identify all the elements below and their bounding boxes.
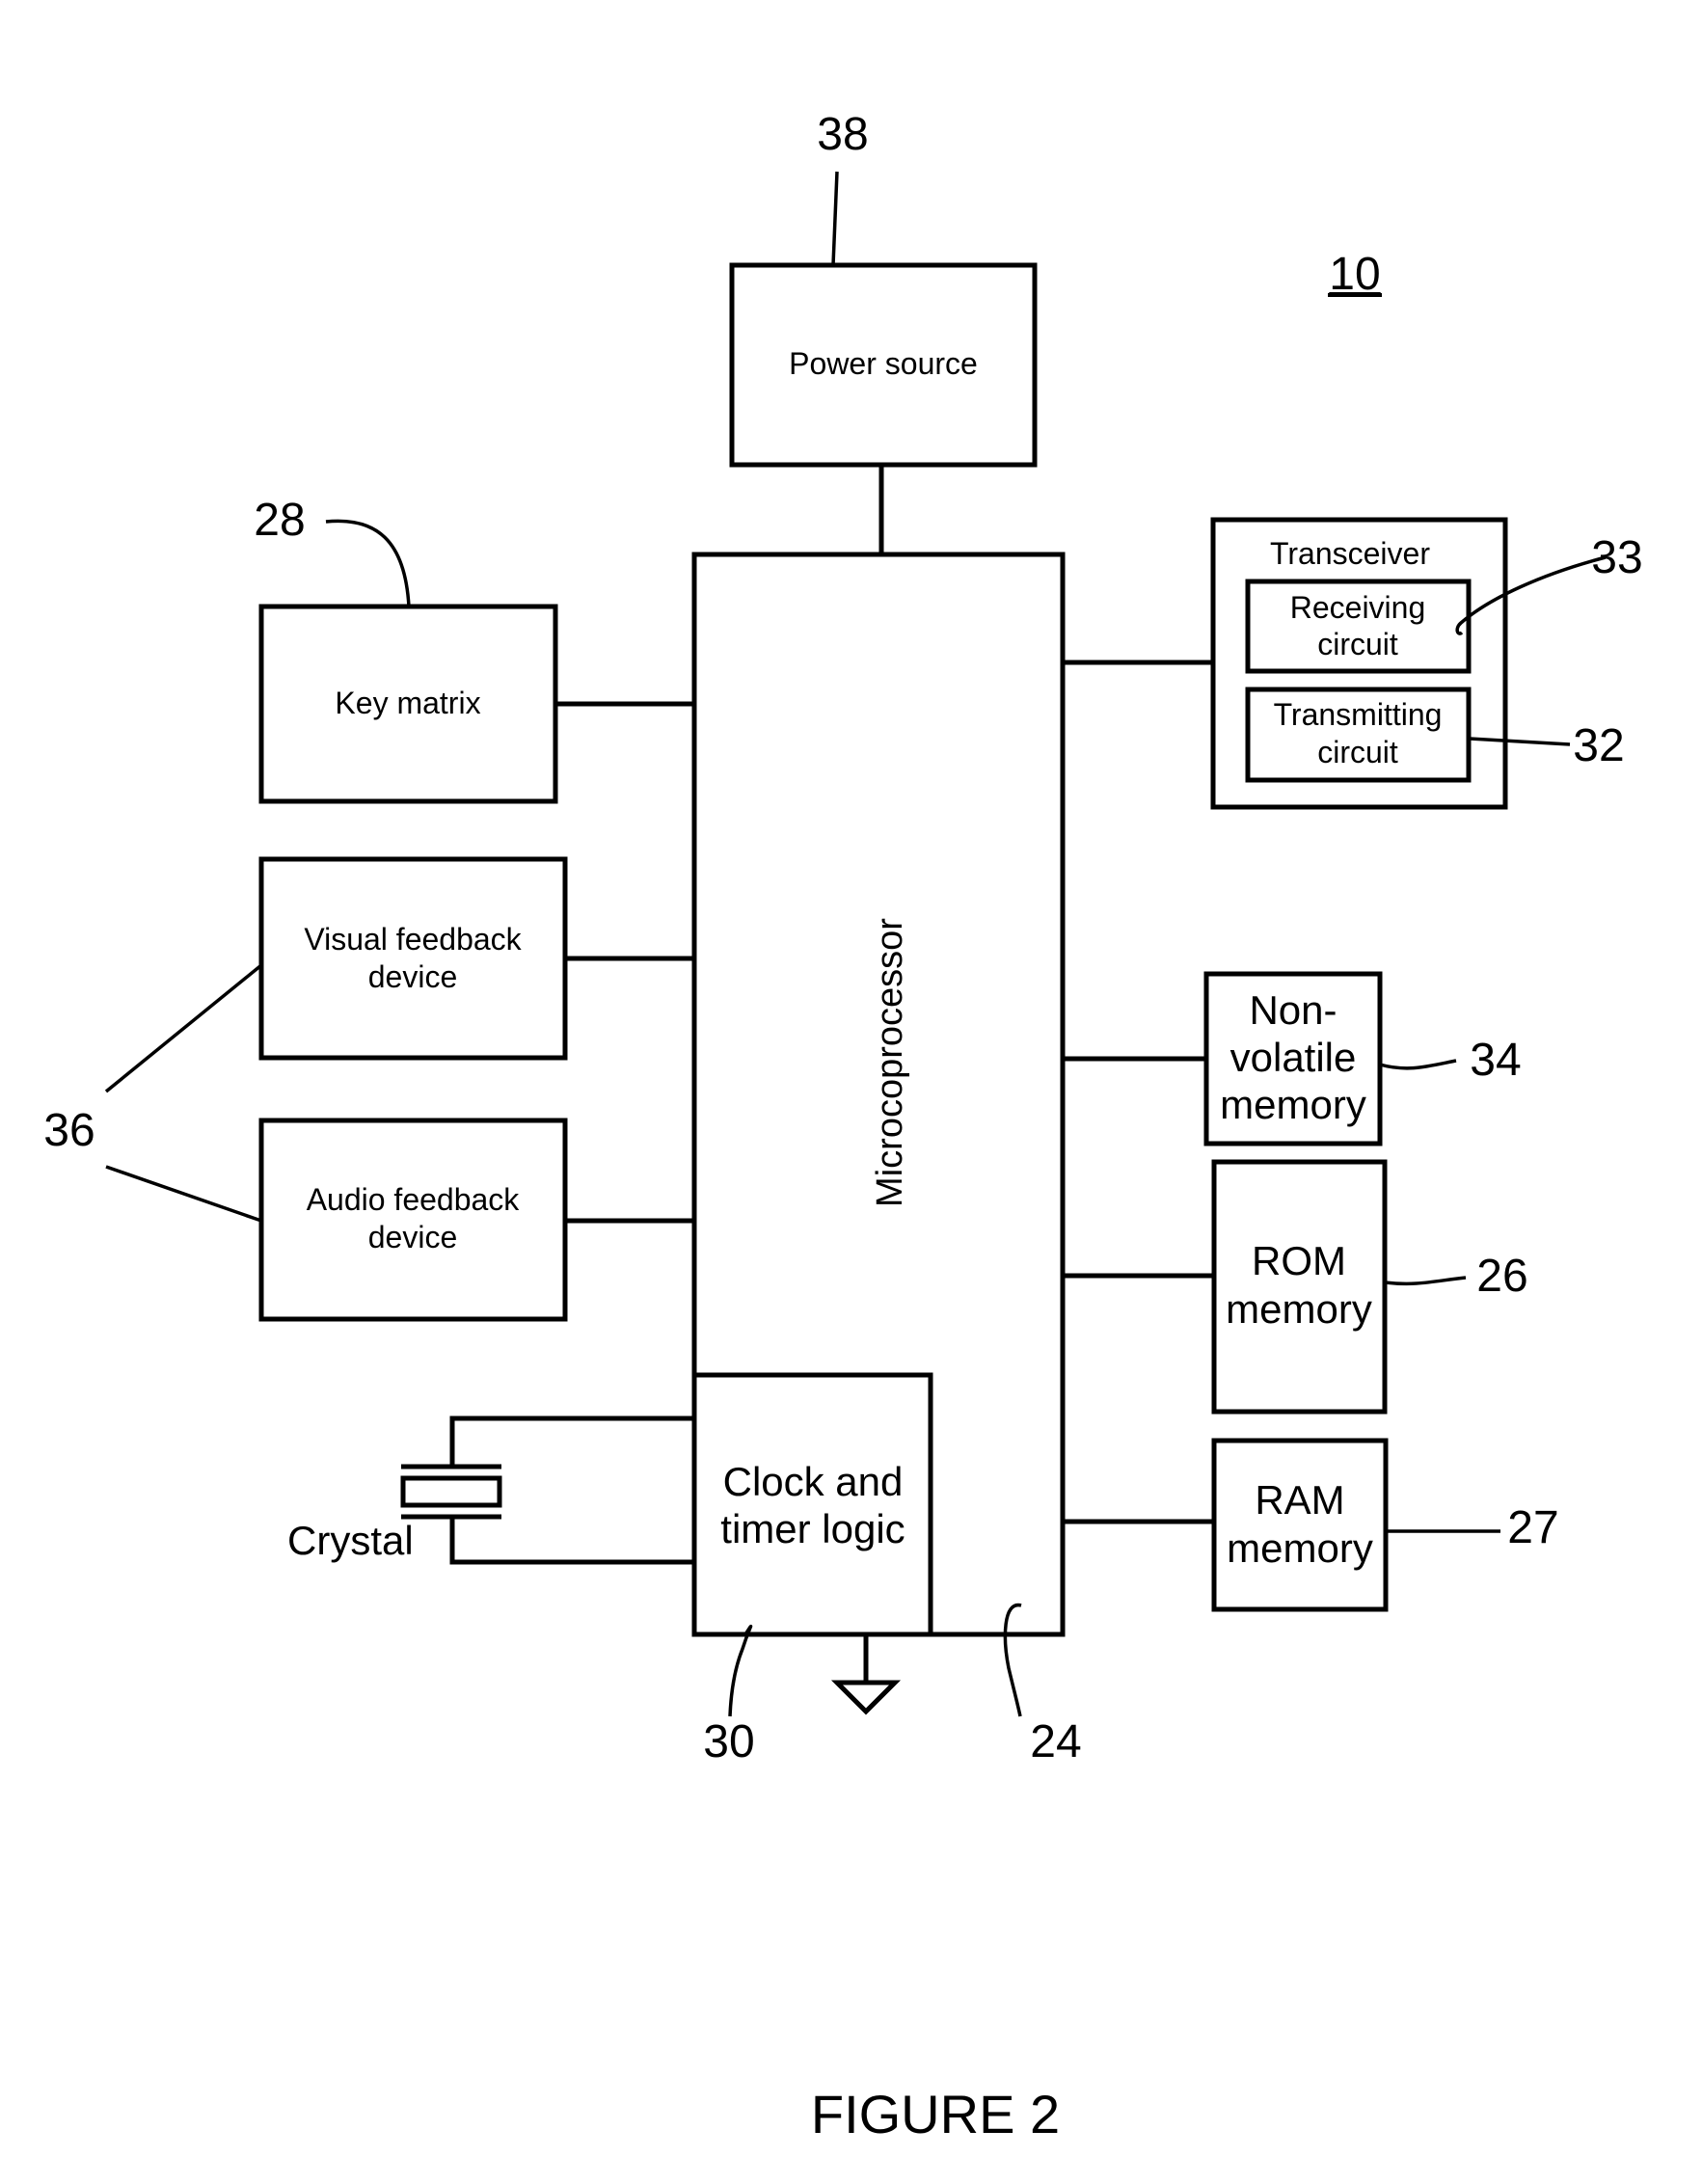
crystal-body (400, 1475, 502, 1508)
visual-feedback-block (258, 856, 568, 1061)
leader-34 (1379, 1059, 1457, 1070)
transmitting-label-line1: Transmitting (1274, 697, 1443, 732)
ground-icon (830, 1680, 902, 1715)
nonvolatile-label-line2: volatile (1230, 1035, 1357, 1080)
ref-38: 38 (817, 109, 868, 160)
rom-label-line2: memory (1226, 1286, 1372, 1332)
clock-timer-block (691, 1372, 933, 1637)
power-source-label: Power source (789, 346, 978, 381)
crystal-label: Crystal (287, 1518, 414, 1563)
clock-timer-label-line1: Clock and (723, 1459, 904, 1504)
crystal-top-wire (449, 1416, 694, 1466)
ram-label-line1: RAM (1255, 1477, 1344, 1523)
leader-38 (831, 171, 839, 266)
leader-28 (325, 519, 411, 607)
receiving-label-line1: Receiving (1290, 590, 1426, 625)
nonvolatile-label-line1: Non- (1249, 987, 1337, 1033)
leader-36a (104, 963, 263, 1093)
rom-label-line1: ROM (1252, 1238, 1346, 1283)
ref-26: 26 (1476, 1251, 1527, 1302)
ref-33: 33 (1591, 532, 1642, 583)
ref-30: 30 (703, 1716, 754, 1767)
ref-27: 27 (1507, 1502, 1558, 1553)
receiving-label-line2: circuit (1317, 627, 1398, 661)
ref-36: 36 (43, 1105, 95, 1156)
audio-feedback-label-line1: Audio feedback (307, 1182, 521, 1217)
ref-24: 24 (1030, 1716, 1081, 1767)
leader-36b (105, 1165, 262, 1223)
crystal-bottom-wire (449, 1518, 694, 1565)
block-diagram: Crystal Power source Microcoprocessor Cl… (43, 109, 1642, 2144)
nonvolatile-label-line3: memory (1220, 1082, 1366, 1127)
ref-32: 32 (1573, 720, 1624, 771)
transceiver-label: Transceiver (1270, 536, 1430, 571)
microprocessor-label: Microcoprocessor (870, 918, 910, 1207)
figure-caption: FIGURE 2 (811, 2084, 1060, 2144)
visual-feedback-label-line1: Visual feedback (304, 922, 522, 957)
audio-feedback-label-line2: device (368, 1220, 458, 1254)
key-matrix-label: Key matrix (335, 686, 480, 720)
ref-34: 34 (1470, 1035, 1521, 1086)
leader-26 (1384, 1276, 1467, 1286)
ram-label-line2: memory (1227, 1525, 1373, 1571)
leader-30 (728, 1624, 753, 1717)
clock-timer-label-line2: timer logic (720, 1506, 905, 1551)
ref-10: 10 (1329, 249, 1380, 300)
visual-feedback-label-line2: device (368, 959, 458, 994)
transmitting-label-line2: circuit (1317, 735, 1398, 769)
ref-28: 28 (254, 495, 305, 546)
crystal-symbol (400, 1464, 502, 1520)
